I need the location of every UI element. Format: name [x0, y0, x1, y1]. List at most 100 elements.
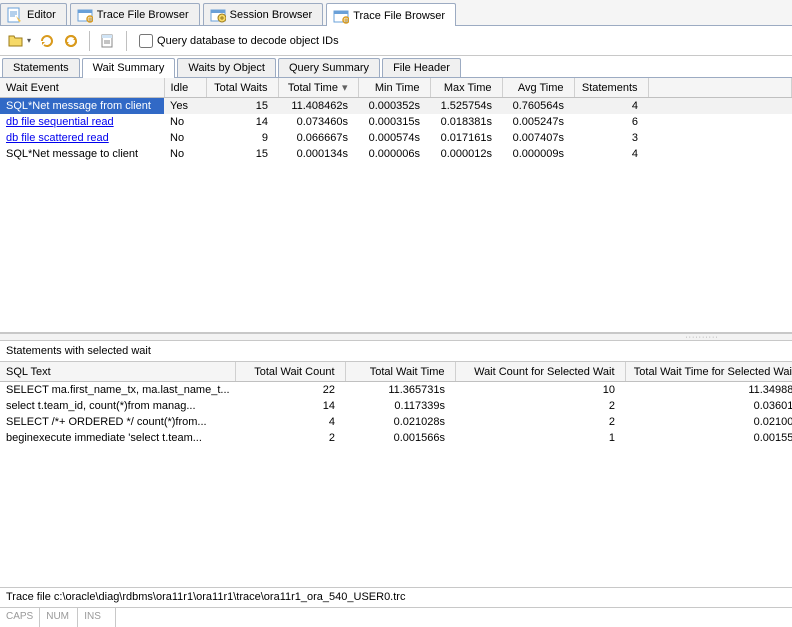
wait-cell: 0.000315s [358, 114, 430, 130]
statement-cell: 14 [235, 398, 345, 414]
statement-cell: 0.117339s [345, 398, 455, 414]
doc-tab-label: Session Browser [230, 9, 313, 21]
refresh-all-button[interactable] [61, 31, 81, 51]
wait-cell: 4 [574, 98, 648, 115]
status-ins: INS [78, 608, 116, 627]
toolbar-separator [126, 31, 127, 51]
stmt-col-wait-count-for-selected-wait[interactable]: Wait Count for Selected Wait [455, 362, 625, 382]
doc-tab-1[interactable]: Trace File Browser [70, 3, 200, 25]
wait-col-avg-time[interactable]: Avg Time [502, 78, 574, 98]
wait-cell: 0.760564s [502, 98, 574, 115]
statement-row[interactable]: select t.team_id, count(*)from manag...1… [0, 398, 792, 414]
sub-tab-waits-by-object[interactable]: Waits by Object [177, 58, 276, 77]
statements-grid: SQL TextTotal Wait CountTotal Wait TimeW… [0, 362, 792, 587]
decode-ids-checkbox[interactable] [139, 34, 153, 48]
statement-cell: 2 [455, 414, 625, 430]
open-folder-button[interactable]: ▾ [6, 31, 33, 51]
statement-cell: 2 [235, 430, 345, 446]
wait-col-min-time[interactable]: Min Time [358, 78, 430, 98]
wait-cell: 0.000574s [358, 130, 430, 146]
wait-row[interactable]: SQL*Net message to clientNo150.000134s0.… [0, 146, 792, 162]
statements-panel-title: Statements with selected wait [0, 341, 792, 362]
statement-cell: 2 [455, 398, 625, 414]
doc-tab-3[interactable]: Trace File Browser [326, 3, 456, 26]
sub-tab-query-summary[interactable]: Query Summary [278, 58, 380, 77]
doc-tab-0[interactable]: Editor [0, 3, 67, 25]
sub-tab-file-header[interactable]: File Header [382, 58, 461, 77]
wait-cell: 0.017161s [430, 130, 502, 146]
wait-cell: No [164, 130, 206, 146]
wait-cell: 0.000352s [358, 98, 430, 115]
statement-row[interactable]: SELECT /*+ ORDERED */ count(*)from...40.… [0, 414, 792, 430]
sub-tab-wait-summary[interactable]: Wait Summary [82, 58, 176, 78]
wait-cell: 0.000006s [358, 146, 430, 162]
statement-cell: 4 [235, 414, 345, 430]
statement-cell: 0.036014s [625, 398, 792, 414]
decode-ids-checkbox-wrap[interactable]: Query database to decode object IDs [139, 34, 339, 48]
horizontal-splitter[interactable]: ·········· [0, 333, 792, 341]
statement-cell: beginexecute immediate 'select t.team... [0, 430, 235, 446]
statement-cell: 1 [455, 430, 625, 446]
decode-ids-label: Query database to decode object IDs [157, 35, 339, 47]
wait-cell: 0.073460s [278, 114, 358, 130]
wait-col-total-time[interactable]: Total Time▾ [278, 78, 358, 98]
status-bar: CAPSNUMINS [0, 607, 792, 627]
doc-tab-label: Trace File Browser [97, 9, 189, 21]
wait-cell[interactable]: db file scattered read [0, 130, 164, 146]
wait-table: Wait EventIdleTotal WaitsTotal Time▾Min … [0, 78, 792, 162]
statement-cell: SELECT /*+ ORDERED */ count(*)from... [0, 414, 235, 430]
document-tabs: Editor Trace File Browser Session Browser T… [0, 0, 792, 26]
wait-row[interactable]: db file sequential readNo140.073460s0.00… [0, 114, 792, 130]
statement-cell: 22 [235, 382, 345, 399]
statement-cell: 11.349887s [625, 382, 792, 399]
statements-table: SQL TextTotal Wait CountTotal Wait TimeW… [0, 362, 792, 446]
status-caps: CAPS [0, 608, 40, 627]
wait-cell: Yes [164, 98, 206, 115]
wait-cell: 0.018381s [430, 114, 502, 130]
notes-button[interactable] [98, 31, 118, 51]
tab-icon [7, 7, 23, 23]
wait-cell: No [164, 146, 206, 162]
wait-cell[interactable]: db file sequential read [0, 114, 164, 130]
stmt-col-total-wait-count[interactable]: Total Wait Count [235, 362, 345, 382]
toolbar: ▾ Query database to decode object IDs [0, 26, 792, 56]
statement-cell: SELECT ma.first_name_tx, ma.last_name_t.… [0, 382, 235, 399]
wait-cell: 4 [574, 146, 648, 162]
status-num: NUM [40, 608, 78, 627]
wait-col-statements[interactable]: Statements [574, 78, 648, 98]
wait-cell: 0.005247s [502, 114, 574, 130]
sort-desc-icon: ▾ [342, 81, 348, 94]
statement-cell: select t.team_id, count(*)from manag... [0, 398, 235, 414]
wait-col-wait-event[interactable]: Wait Event [0, 78, 164, 98]
wait-row[interactable]: db file scattered readNo90.066667s0.0005… [0, 130, 792, 146]
statement-cell: 0.001566s [345, 430, 455, 446]
wait-col-total-waits[interactable]: Total Waits [206, 78, 278, 98]
statement-row[interactable]: SELECT ma.first_name_tx, ma.last_name_t.… [0, 382, 792, 399]
wait-cell: 0.000009s [502, 146, 574, 162]
status-file-path: Trace file c:\oracle\diag\rdbms\ora11r1\… [0, 587, 792, 607]
stmt-col-total-wait-time[interactable]: Total Wait Time [345, 362, 455, 382]
wait-cell: 6 [574, 114, 648, 130]
doc-tab-2[interactable]: Session Browser [203, 3, 324, 25]
wait-cell: 0.066667s [278, 130, 358, 146]
doc-tab-label: Editor [27, 9, 56, 21]
wait-cell: 14 [206, 114, 278, 130]
statement-cell: 0.001554s [625, 430, 792, 446]
tab-icon [77, 7, 93, 23]
sub-tab-statements[interactable]: Statements [2, 58, 80, 77]
wait-row[interactable]: SQL*Net message from clientYes1511.40846… [0, 98, 792, 115]
stmt-col-sql-text[interactable]: SQL Text [0, 362, 235, 382]
refresh-button[interactable] [37, 31, 57, 51]
statement-cell: 10 [455, 382, 625, 399]
wait-cell: 11.408462s [278, 98, 358, 115]
wait-col-idle[interactable]: Idle [164, 78, 206, 98]
wait-cell: 9 [206, 130, 278, 146]
stmt-col-total-wait-time-for-selected-wait[interactable]: Total Wait Time for Selected Wait▾ [625, 362, 792, 382]
doc-tab-label: Trace File Browser [353, 10, 445, 22]
wait-cell: 15 [206, 98, 278, 115]
statement-row[interactable]: beginexecute immediate 'select t.team...… [0, 430, 792, 446]
wait-col-max-time[interactable]: Max Time [430, 78, 502, 98]
wait-cell: 0.000012s [430, 146, 502, 162]
wait-cell: 3 [574, 130, 648, 146]
wait-cell: 15 [206, 146, 278, 162]
